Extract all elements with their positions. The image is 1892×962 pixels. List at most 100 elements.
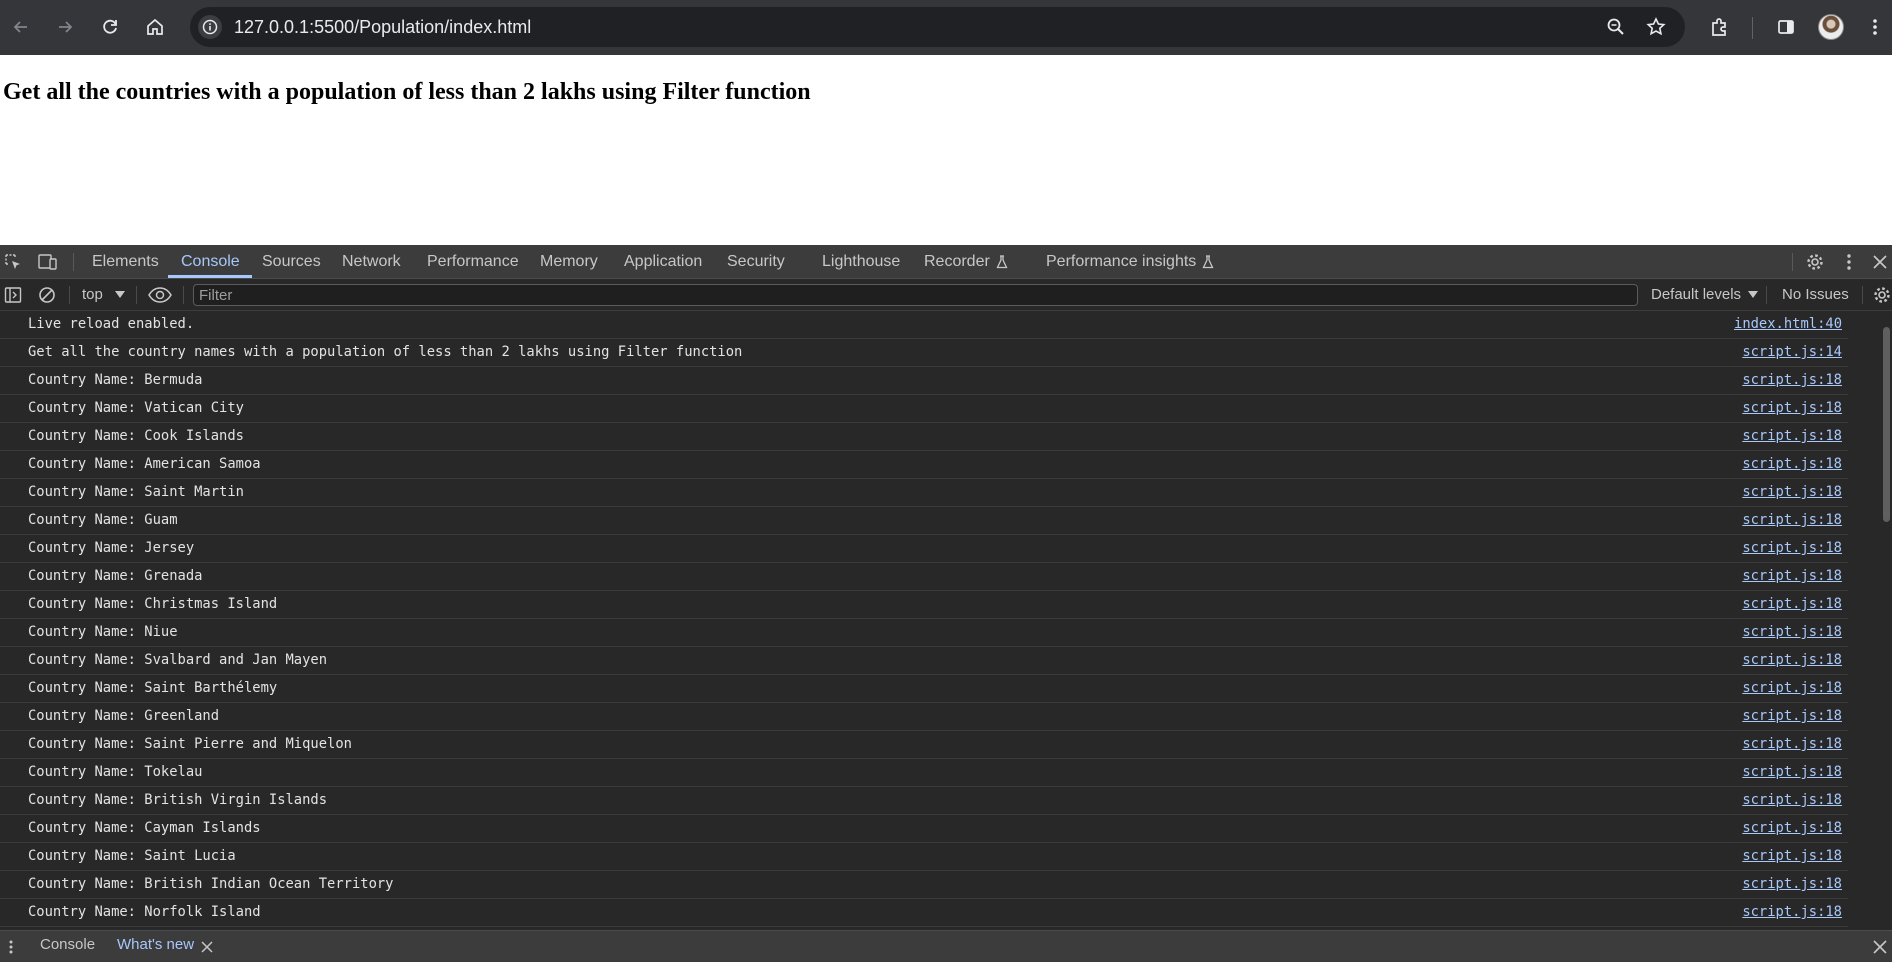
console-scrollbar[interactable]: [1880, 311, 1892, 928]
source-link[interactable]: script.js:18: [1742, 736, 1842, 752]
console-message-row: Country Name: Greenland script.js:18: [0, 703, 1848, 731]
settings-gear-icon[interactable]: [1805, 252, 1825, 272]
console-message-text: Country Name: British Indian Ocean Terri…: [28, 876, 394, 892]
experiment-flask-icon: [996, 255, 1008, 268]
source-link[interactable]: script.js:18: [1742, 652, 1842, 668]
browser-toolbar: 127.0.0.1:5500/Population/index.html: [0, 0, 1892, 55]
console-message-row: Country Name: Saint Lucia script.js:18: [0, 843, 1848, 871]
console-message-row: Country Name: Cayman Islands script.js:18: [0, 815, 1848, 843]
inspect-element-icon[interactable]: [4, 253, 22, 271]
devtools-tab-bar: Elements Console Sources Network Perform…: [0, 245, 1892, 279]
show-sidebar-icon[interactable]: [4, 286, 22, 304]
scrollbar-thumb[interactable]: [1883, 327, 1890, 522]
source-link[interactable]: script.js:18: [1742, 512, 1842, 528]
source-link[interactable]: script.js:18: [1742, 456, 1842, 472]
tab-sources[interactable]: Sources: [262, 245, 321, 278]
issues-counter[interactable]: No Issues: [1782, 284, 1849, 306]
console-message-text: Country Name: Saint Pierre and Miquelon: [28, 736, 352, 752]
drawer-menu-icon[interactable]: [6, 938, 16, 956]
tab-performance-insights-label: Performance insights: [1046, 253, 1197, 270]
site-info-icon[interactable]: [198, 15, 222, 39]
live-expression-eye-icon[interactable]: [148, 285, 172, 305]
log-levels-dropdown[interactable]: Default levels: [1651, 284, 1759, 306]
source-link[interactable]: script.js:18: [1742, 624, 1842, 640]
console-message-text: Country Name: Christmas Island: [28, 596, 278, 612]
source-link[interactable]: script.js:18: [1742, 596, 1842, 612]
bookmark-star-icon[interactable]: [1644, 15, 1668, 39]
close-tab-icon[interactable]: [200, 940, 214, 954]
console-message-text: Country Name: American Samoa: [28, 456, 261, 472]
source-link[interactable]: script.js:18: [1742, 568, 1842, 584]
console-message-text: Country Name: Bermuda: [28, 372, 203, 388]
console-settings-gear-icon[interactable]: [1872, 285, 1892, 305]
tab-security[interactable]: Security: [727, 245, 785, 278]
forward-button[interactable]: [52, 14, 78, 40]
source-link[interactable]: script.js:18: [1742, 484, 1842, 500]
console-message-row: Country Name: Saint Pierre and Miquelon s…: [0, 731, 1848, 759]
console-filter-input[interactable]: [193, 284, 1638, 306]
source-link[interactable]: script.js:18: [1742, 876, 1842, 892]
console-message-text: Get all the country names with a populat…: [28, 344, 743, 360]
back-button[interactable]: [8, 14, 34, 40]
source-link[interactable]: script.js:18: [1742, 400, 1842, 416]
address-bar[interactable]: 127.0.0.1:5500/Population/index.html: [190, 7, 1685, 47]
console-message-text: Country Name: Jersey: [28, 540, 195, 556]
console-message-row: Country Name: Bermuda script.js:18: [0, 367, 1848, 395]
extensions-button[interactable]: [1707, 14, 1733, 40]
side-panel-button[interactable]: [1773, 14, 1799, 40]
profile-avatar[interactable]: [1818, 14, 1844, 40]
clear-console-icon[interactable]: [38, 286, 56, 304]
console-filter-bar: top Default levels No Issues: [0, 279, 1892, 311]
source-link[interactable]: script.js:18: [1742, 708, 1842, 724]
console-message-row: Country Name: British Indian Ocean Terri…: [0, 871, 1848, 899]
source-link[interactable]: index.html:40: [1734, 316, 1842, 332]
tab-console[interactable]: Console: [181, 245, 240, 278]
tab-lighthouse[interactable]: Lighthouse: [822, 245, 900, 278]
source-link[interactable]: script.js:18: [1742, 680, 1842, 696]
tab-performance[interactable]: Performance: [427, 245, 519, 278]
source-link[interactable]: script.js:18: [1742, 540, 1842, 556]
context-selector[interactable]: top: [82, 284, 126, 306]
filter-divider: [1766, 286, 1767, 304]
drawer-tab-whats-new[interactable]: What's new: [117, 936, 194, 953]
tab-divider: [73, 253, 74, 271]
browser-menu-button[interactable]: [1862, 14, 1888, 40]
url-text[interactable]: 127.0.0.1:5500/Population/index.html: [234, 17, 531, 38]
source-link[interactable]: script.js:18: [1742, 848, 1842, 864]
console-message-text: Country Name: Greenland: [28, 708, 220, 724]
source-link[interactable]: script.js:18: [1742, 372, 1842, 388]
tab-application[interactable]: Application: [624, 245, 702, 278]
close-devtools-icon[interactable]: [1870, 252, 1890, 272]
tab-recorder[interactable]: Recorder: [924, 245, 1008, 278]
source-link[interactable]: script.js:18: [1742, 792, 1842, 808]
console-message-row: Country Name: Vatican City script.js:18: [0, 395, 1848, 423]
device-toolbar-icon[interactable]: [38, 253, 58, 271]
console-message-row: Live reload enabled. index.html:40: [0, 311, 1848, 339]
tab-network[interactable]: Network: [342, 245, 401, 278]
source-link[interactable]: script.js:18: [1742, 764, 1842, 780]
console-message-text: Country Name: Niue: [28, 624, 178, 640]
zoom-icon[interactable]: [1604, 15, 1628, 39]
source-link[interactable]: script.js:14: [1742, 344, 1842, 360]
console-message-row: Get all the country names with a populat…: [0, 339, 1848, 367]
active-tab-indicator: [168, 275, 252, 278]
tab-memory[interactable]: Memory: [540, 245, 598, 278]
console-message-row: Country Name: American Samoa script.js:18: [0, 451, 1848, 479]
toolbar-divider: [1752, 17, 1753, 39]
source-link[interactable]: script.js:18: [1742, 904, 1842, 920]
close-drawer-icon[interactable]: [1872, 939, 1888, 955]
drawer-tab-console[interactable]: Console: [40, 936, 95, 953]
tab-elements[interactable]: Elements: [92, 245, 159, 278]
dropdown-arrow-icon: [115, 291, 126, 299]
console-message-row: Country Name: Niue script.js:18: [0, 619, 1848, 647]
side-panel-icon: [1778, 20, 1794, 34]
devtools-menu-icon[interactable]: [1843, 252, 1855, 272]
source-link[interactable]: script.js:18: [1742, 428, 1842, 444]
home-button[interactable]: [142, 14, 168, 40]
console-message-row: Country Name: Guam script.js:18: [0, 507, 1848, 535]
tab-performance-insights[interactable]: Performance insights: [1046, 245, 1214, 278]
source-link[interactable]: script.js:18: [1742, 820, 1842, 836]
context-selector-label: top: [82, 286, 103, 303]
experiment-flask-icon: [1202, 255, 1214, 268]
reload-button[interactable]: [97, 14, 123, 40]
